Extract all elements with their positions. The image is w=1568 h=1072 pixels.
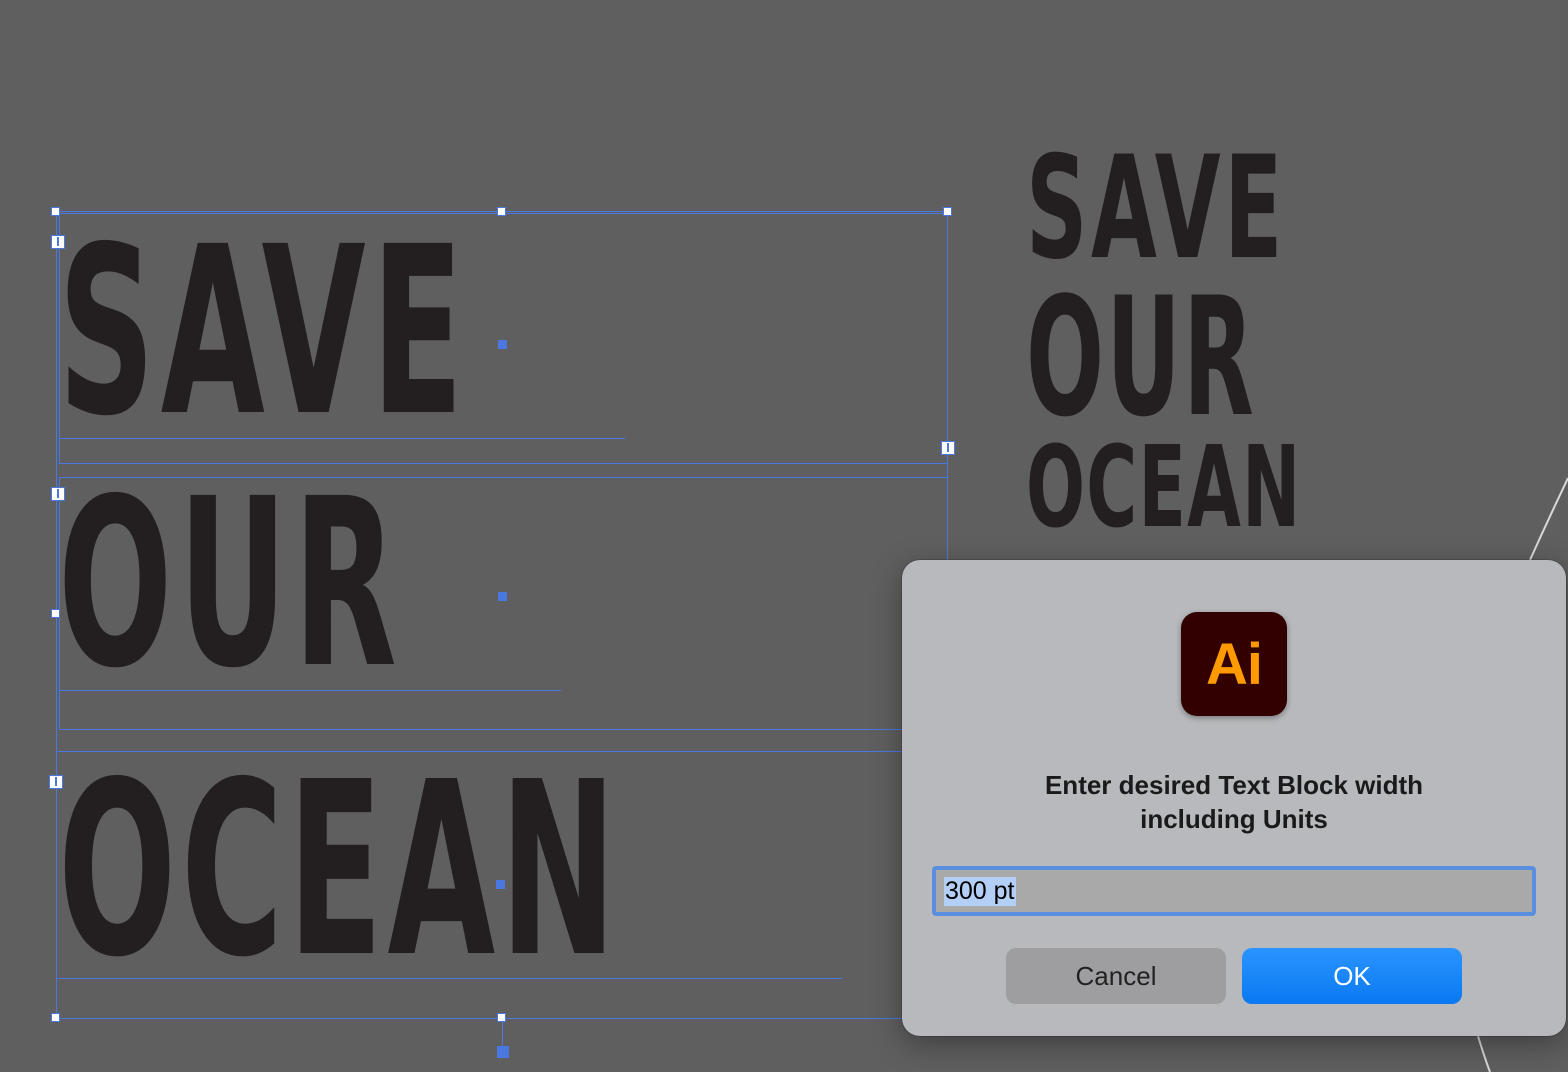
resize-handle-bottom-left[interactable] <box>51 1013 60 1022</box>
in-port-ocean[interactable] <box>49 775 63 789</box>
artboard-canvas[interactable]: SAVE OUR OCEAN SAVE OUR OCEAN Ai Enter d… <box>0 0 1568 1072</box>
adobe-illustrator-icon: Ai <box>1181 612 1287 716</box>
ok-button[interactable]: OK <box>1242 948 1462 1004</box>
width-input-value[interactable]: 300 pt <box>944 876 1016 906</box>
preview-line-ocean[interactable]: OCEAN <box>1026 432 1301 544</box>
in-port-save[interactable] <box>51 235 65 249</box>
rotate-anchor-stem <box>502 1022 503 1046</box>
resize-handle-top-right[interactable] <box>943 207 952 216</box>
preview-line-save[interactable]: SAVE <box>1026 138 1286 280</box>
resize-handle-bottom-center[interactable] <box>497 1013 506 1022</box>
text-line-save[interactable]: SAVE <box>58 216 469 448</box>
app-icon-label: Ai <box>1206 631 1263 697</box>
dialog-message-line1: Enter desired Text Block width <box>1044 770 1424 800</box>
cancel-button[interactable]: Cancel <box>1006 948 1226 1004</box>
out-port-save[interactable] <box>941 441 955 455</box>
center-point-ocean <box>496 880 505 889</box>
baseline-ocean <box>56 978 842 979</box>
center-point-save <box>498 340 507 349</box>
preview-line-our[interactable]: OUR <box>1026 276 1256 440</box>
width-input[interactable]: 300 pt <box>932 866 1536 916</box>
dialog-message-line2: including Units <box>1140 804 1328 834</box>
text-line-our[interactable]: OUR <box>58 468 403 700</box>
rotate-anchor-point[interactable] <box>497 1046 509 1058</box>
resize-handle-top-center[interactable] <box>497 207 506 216</box>
resize-handle-middle-left[interactable] <box>51 609 60 618</box>
dialog-message: Enter desired Text Block width including… <box>962 768 1506 836</box>
baseline-our <box>59 690 561 691</box>
text-block-width-dialog: Ai Enter desired Text Block width includ… <box>902 560 1566 1036</box>
text-line-ocean[interactable]: OCEAN <box>58 750 621 990</box>
resize-handle-top-left[interactable] <box>51 207 60 216</box>
in-port-our[interactable] <box>51 487 65 501</box>
baseline-save <box>59 438 625 439</box>
center-point-our <box>498 592 507 601</box>
